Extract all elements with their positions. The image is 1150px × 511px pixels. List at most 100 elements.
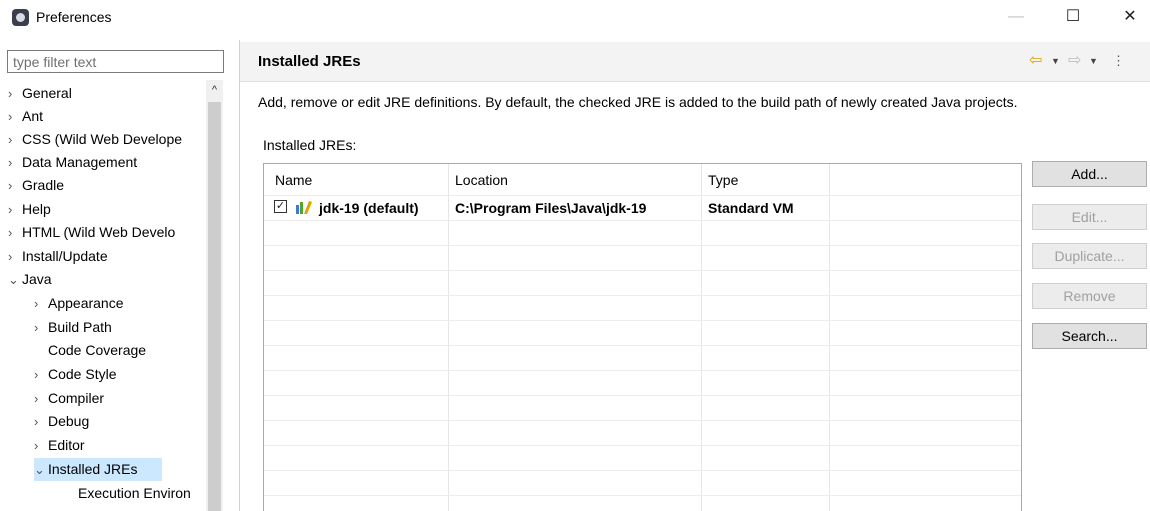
edit-button[interactable]: Edit... [1032, 204, 1147, 230]
tree-item-label: Help [22, 201, 51, 217]
tree-item-gradle[interactable]: › Gradle [8, 174, 64, 197]
tree-item-label: Data Management [22, 154, 138, 170]
preference-tree: › General › Ant › CSS (Wild Web Develope › D… [0, 80, 206, 511]
chevron-down-icon[interactable]: ⌄ [34, 458, 48, 481]
tree-item-installed-jres[interactable]: ⌄ Installed JREs [34, 458, 162, 481]
maximize-button[interactable]: ☐ [1053, 4, 1093, 30]
jre-type[interactable]: Standard VM [708, 200, 794, 216]
row-separator [264, 495, 1021, 496]
chevron-right-icon[interactable]: › [34, 363, 48, 386]
tree-item-editor[interactable]: › Editor [34, 434, 85, 457]
column-header-location[interactable]: Location [455, 172, 508, 188]
page-description: Add, remove or edit JRE definitions. By … [258, 94, 1018, 110]
minimize-button[interactable]: — [996, 4, 1036, 30]
tree-item-debug[interactable]: › Debug [34, 410, 89, 433]
tree-item-label: Debug [48, 413, 90, 429]
chevron-right-icon[interactable]: › [8, 221, 22, 244]
tree-item-label: Code Style [48, 366, 117, 382]
remove-button[interactable]: Remove [1032, 283, 1147, 309]
chevron-right-icon[interactable]: › [34, 316, 48, 339]
jre-table[interactable]: Name Location Type ✓ jdk-19 (default) C:… [263, 163, 1022, 511]
chevron-right-icon[interactable]: › [34, 292, 48, 315]
chevron-right-icon[interactable]: › [8, 82, 22, 105]
row-separator [264, 195, 1021, 196]
tree-item-label: Installed JREs [48, 461, 138, 477]
tree-item-label: Code Coverage [48, 342, 147, 358]
row-separator [264, 470, 1021, 471]
chevron-right-icon[interactable]: › [8, 174, 22, 197]
chevron-down-icon[interactable]: ⌄ [8, 268, 22, 291]
column-divider[interactable] [448, 164, 449, 511]
column-header-type[interactable]: Type [708, 172, 738, 188]
scroll-thumb[interactable] [208, 102, 221, 511]
tree-item-ant[interactable]: › Ant [8, 105, 43, 128]
tree-item-install-update[interactable]: › Install/Update [8, 245, 108, 268]
duplicate-button[interactable]: Duplicate... [1032, 243, 1147, 269]
row-separator [264, 295, 1021, 296]
tree-scrollbar[interactable]: ^ [206, 80, 223, 511]
chevron-right-icon[interactable]: › [34, 410, 48, 433]
row-separator [264, 395, 1021, 396]
tree-item-code-coverage[interactable]: Code Coverage [34, 339, 146, 362]
filter-input[interactable] [7, 50, 224, 73]
row-separator [264, 220, 1021, 221]
row-separator [264, 345, 1021, 346]
tree-item-execution-environments[interactable]: Execution Environ [64, 482, 191, 505]
chevron-right-icon[interactable]: › [34, 434, 48, 457]
tree-item-java[interactable]: ⌄ Java [8, 268, 52, 291]
view-menu-icon[interactable]: ⋮ [1112, 51, 1125, 71]
scroll-up-icon[interactable]: ^ [206, 82, 223, 98]
chevron-right-icon[interactable]: › [8, 245, 22, 268]
tree-item-html[interactable]: › HTML (Wild Web Develo [8, 221, 175, 244]
page-header: Installed JREs ⇦ ▼ ⇨ ▼ ⋮ [240, 42, 1150, 82]
tree-item-label: Gradle [22, 177, 65, 193]
back-dropdown-icon[interactable]: ▼ [1051, 51, 1060, 71]
column-header-name[interactable]: Name [275, 172, 312, 188]
row-separator [264, 420, 1021, 421]
jre-name[interactable]: jdk-19 (default) [319, 200, 419, 216]
forward-arrow-icon[interactable]: ⇨ [1068, 51, 1081, 71]
add-button[interactable]: Add... [1032, 161, 1147, 187]
tree-item-appearance[interactable]: › Appearance [34, 292, 124, 315]
tree-item-help[interactable]: › Help [8, 198, 51, 221]
search-button[interactable]: Search... [1032, 323, 1147, 349]
tree-item-label: Appearance [48, 295, 124, 311]
forward-dropdown-icon[interactable]: ▼ [1089, 51, 1098, 71]
panel-divider[interactable] [239, 40, 240, 511]
row-separator [264, 270, 1021, 271]
close-button[interactable]: ✕ [1110, 4, 1150, 30]
window-title: Preferences [36, 9, 112, 25]
chevron-right-icon[interactable]: › [8, 151, 22, 174]
app-icon [12, 9, 29, 26]
tree-item-code-style[interactable]: › Code Style [34, 363, 116, 386]
row-separator [264, 320, 1021, 321]
tree-item-label: Execution Environ [78, 485, 191, 501]
tree-item-label: General [22, 85, 72, 101]
tree-item-compiler[interactable]: › Compiler [34, 387, 104, 410]
tree-item-label: CSS (Wild Web Develope [22, 131, 183, 147]
column-divider[interactable] [829, 164, 830, 511]
tree-item-label: Install/Update [22, 248, 108, 264]
chevron-right-icon[interactable]: › [34, 387, 48, 410]
tree-item-data-management[interactable]: › Data Management [8, 151, 137, 174]
tree-item-label: Build Path [48, 319, 112, 335]
installed-jres-label: Installed JREs: [263, 137, 357, 153]
tree-item-general[interactable]: › General [8, 82, 72, 105]
chevron-right-icon[interactable]: › [8, 128, 22, 151]
tree-item-label: Editor [48, 437, 85, 453]
jre-location[interactable]: C:\Program Files\Java\jdk-19 [455, 200, 646, 216]
column-divider[interactable] [701, 164, 702, 511]
back-arrow-icon[interactable]: ⇦ [1029, 51, 1042, 71]
row-separator [264, 245, 1021, 246]
title-bar: Preferences — ☐ ✕ [0, 0, 1150, 36]
tree-item-label: Ant [22, 108, 44, 124]
tree-item-label: Java [22, 271, 52, 287]
tree-item-label: HTML (Wild Web Develo [22, 224, 176, 240]
row-separator [264, 445, 1021, 446]
chevron-right-icon[interactable]: › [8, 105, 22, 128]
tree-item-label: Compiler [48, 390, 105, 406]
chevron-right-icon[interactable]: › [8, 198, 22, 221]
jre-checkbox[interactable]: ✓ [274, 200, 287, 213]
tree-item-build-path[interactable]: › Build Path [34, 316, 112, 339]
tree-item-css[interactable]: › CSS (Wild Web Develope [8, 128, 182, 151]
